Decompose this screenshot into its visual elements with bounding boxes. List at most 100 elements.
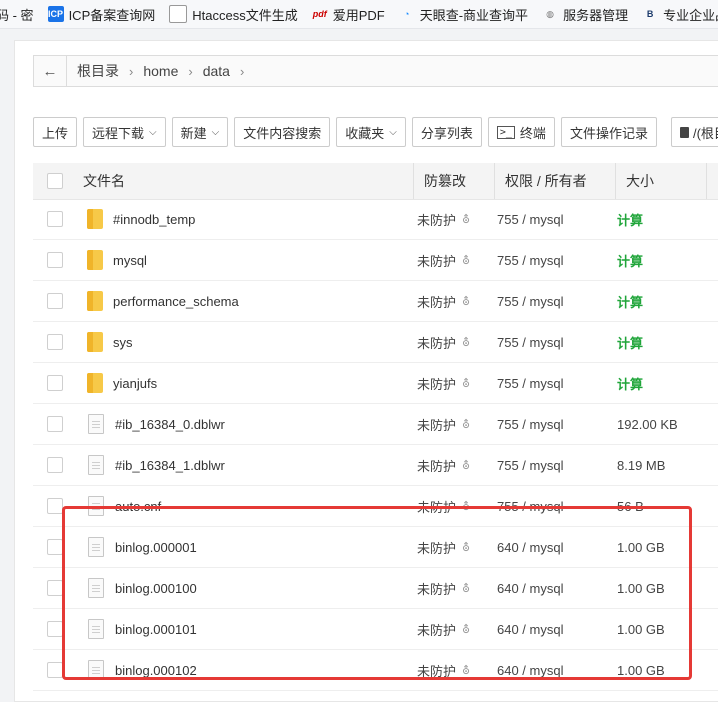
- favorites-button[interactable]: 收藏夹 ⌵: [336, 117, 406, 147]
- file-name[interactable]: mysql: [113, 253, 147, 268]
- row-checkbox[interactable]: [47, 416, 63, 432]
- tamper-status[interactable]: 未防护: [417, 292, 456, 311]
- table-row[interactable]: #ib_16384_1.dblwr 未防护 ⛢ 755 / mysql 8.19 MB: [33, 445, 718, 486]
- tamper-status[interactable]: 未防护: [417, 251, 456, 270]
- tamper-status[interactable]: 未防护: [417, 579, 456, 598]
- unlock-icon[interactable]: ⛢: [462, 295, 470, 308]
- tamper-status[interactable]: 未防护: [417, 333, 456, 352]
- permission-owner[interactable]: 755 / mysql: [497, 417, 563, 432]
- table-row[interactable]: yianjufs 未防护 ⛢ 755 / mysql 计算: [33, 363, 718, 404]
- permission-owner[interactable]: 755 / mysql: [497, 376, 563, 391]
- row-checkbox[interactable]: [47, 293, 63, 309]
- bookmark-item[interactable]: ICP ICP备案查询网: [47, 5, 155, 24]
- tamper-status[interactable]: 未防护: [417, 620, 456, 639]
- permission-owner[interactable]: 640 / mysql: [497, 540, 563, 555]
- file-name-cell[interactable]: #innodb_temp: [77, 209, 417, 229]
- file-name-cell[interactable]: mysql: [77, 250, 417, 270]
- file-name-cell[interactable]: auto.cnf: [77, 496, 417, 516]
- permission-owner[interactable]: 755 / mysql: [497, 335, 563, 350]
- unlock-icon[interactable]: ⛢: [462, 541, 470, 554]
- tamper-status[interactable]: 未防护: [417, 415, 456, 434]
- tamper-status[interactable]: 未防护: [417, 210, 456, 229]
- upload-button[interactable]: 上传: [33, 117, 78, 147]
- table-row[interactable]: sys 未防护 ⛢ 755 / mysql 计算: [33, 322, 718, 363]
- breadcrumb-item-data[interactable]: data: [203, 63, 230, 79]
- unlock-icon[interactable]: ⛢: [462, 418, 470, 431]
- file-name-cell[interactable]: sys: [77, 332, 417, 352]
- file-name-cell[interactable]: binlog.000100: [77, 578, 417, 598]
- unlock-icon[interactable]: ⛢: [462, 213, 470, 226]
- column-header-perm[interactable]: 权限 / 所有者: [494, 163, 615, 199]
- row-checkbox[interactable]: [47, 252, 63, 268]
- file-name-cell[interactable]: binlog.000102: [77, 660, 417, 680]
- row-checkbox[interactable]: [47, 662, 63, 678]
- unlock-icon[interactable]: ⛢: [462, 500, 470, 513]
- file-name-cell[interactable]: #ib_16384_0.dblwr: [77, 414, 417, 434]
- unlock-icon[interactable]: ⛢: [462, 254, 470, 267]
- select-all-checkbox[interactable]: [47, 173, 63, 189]
- file-name[interactable]: binlog.000001: [115, 540, 197, 555]
- file-name-cell[interactable]: binlog.000101: [77, 619, 417, 639]
- table-row[interactable]: binlog.000001 未防护 ⛢ 640 / mysql 1.00 GB: [33, 527, 718, 568]
- permission-owner[interactable]: 755 / mysql: [497, 253, 563, 268]
- permission-owner[interactable]: 755 / mysql: [497, 458, 563, 473]
- breadcrumb-item-root[interactable]: 根目录: [77, 61, 119, 81]
- unlock-icon[interactable]: ⛢: [462, 664, 470, 677]
- share-list-button[interactable]: 分享列表: [411, 117, 482, 147]
- file-name[interactable]: binlog.000101: [115, 622, 197, 637]
- permission-owner[interactable]: 640 / mysql: [497, 663, 563, 678]
- table-row[interactable]: #innodb_temp 未防护 ⛢ 755 / mysql 计算: [33, 199, 718, 240]
- row-checkbox[interactable]: [47, 580, 63, 596]
- file-name[interactable]: performance_schema: [113, 294, 239, 309]
- tamper-status[interactable]: 未防护: [417, 538, 456, 557]
- unlock-icon[interactable]: ⛢: [462, 623, 470, 636]
- table-row[interactable]: mysql 未防护 ⛢ 755 / mysql 计算: [33, 240, 718, 281]
- root-dir-button[interactable]: /(根目录): [670, 117, 718, 147]
- file-size[interactable]: 计算: [617, 336, 643, 351]
- file-name[interactable]: #ib_16384_1.dblwr: [115, 458, 225, 473]
- table-row[interactable]: binlog.000101 未防护 ⛢ 640 / mysql 1.00 GB: [33, 609, 718, 650]
- tamper-status[interactable]: 未防护: [417, 497, 456, 516]
- table-row[interactable]: performance_schema 未防护 ⛢ 755 / mysql 计算: [33, 281, 718, 322]
- row-checkbox[interactable]: [47, 334, 63, 350]
- row-checkbox[interactable]: [47, 211, 63, 227]
- unlock-icon[interactable]: ⛢: [462, 377, 470, 390]
- file-name[interactable]: #ib_16384_0.dblwr: [115, 417, 225, 432]
- file-name[interactable]: sys: [113, 335, 133, 350]
- permission-owner[interactable]: 755 / mysql: [497, 499, 563, 514]
- row-checkbox[interactable]: [47, 621, 63, 637]
- file-name[interactable]: auto.cnf: [115, 499, 161, 514]
- permission-owner[interactable]: 755 / mysql: [497, 294, 563, 309]
- file-name[interactable]: binlog.000102: [115, 663, 197, 678]
- table-row[interactable]: binlog.000100 未防护 ⛢ 640 / mysql 1.00 GB: [33, 568, 718, 609]
- bookmark-item[interactable]: Htaccess文件生成: [169, 5, 298, 24]
- file-size[interactable]: 计算: [617, 295, 643, 310]
- file-name[interactable]: binlog.000100: [115, 581, 197, 596]
- bookmark-item[interactable]: ◍ 服务器管理: [542, 5, 628, 24]
- table-row[interactable]: binlog.000102 未防护 ⛢ 640 / mysql 1.00 GB: [33, 650, 718, 691]
- file-name-cell[interactable]: #ib_16384_1.dblwr: [77, 455, 417, 475]
- new-button[interactable]: 新建 ⌵: [171, 117, 229, 147]
- file-name-cell[interactable]: yianjufs: [77, 373, 417, 393]
- permission-owner[interactable]: 640 / mysql: [497, 622, 563, 637]
- breadcrumb-item-home[interactable]: home: [143, 63, 178, 79]
- bookmark-item[interactable]: pdf 爱用PDF: [312, 5, 385, 24]
- search-content-button[interactable]: 文件内容搜索: [234, 117, 331, 147]
- table-row[interactable]: #ib_16384_0.dblwr 未防护 ⛢ 755 / mysql 192.00 K…: [33, 404, 718, 445]
- column-header-tamper[interactable]: 防篡改: [413, 163, 494, 199]
- row-checkbox[interactable]: [47, 498, 63, 514]
- unlock-icon[interactable]: ⛢: [462, 459, 470, 472]
- bookmark-item[interactable]: 码 - 密: [0, 5, 34, 24]
- row-checkbox[interactable]: [47, 539, 63, 555]
- operation-log-button[interactable]: 文件操作记录: [560, 117, 657, 147]
- row-checkbox[interactable]: [47, 375, 63, 391]
- row-checkbox[interactable]: [47, 457, 63, 473]
- remote-download-button[interactable]: 远程下载 ⌵: [83, 117, 166, 147]
- back-button[interactable]: ←: [34, 56, 67, 86]
- permission-owner[interactable]: 755 / mysql: [497, 212, 563, 227]
- file-size[interactable]: 计算: [617, 377, 643, 392]
- tamper-status[interactable]: 未防护: [417, 374, 456, 393]
- file-name-cell[interactable]: binlog.000001: [77, 537, 417, 557]
- column-header-name[interactable]: 文件名: [77, 163, 413, 199]
- tamper-status[interactable]: 未防护: [417, 456, 456, 475]
